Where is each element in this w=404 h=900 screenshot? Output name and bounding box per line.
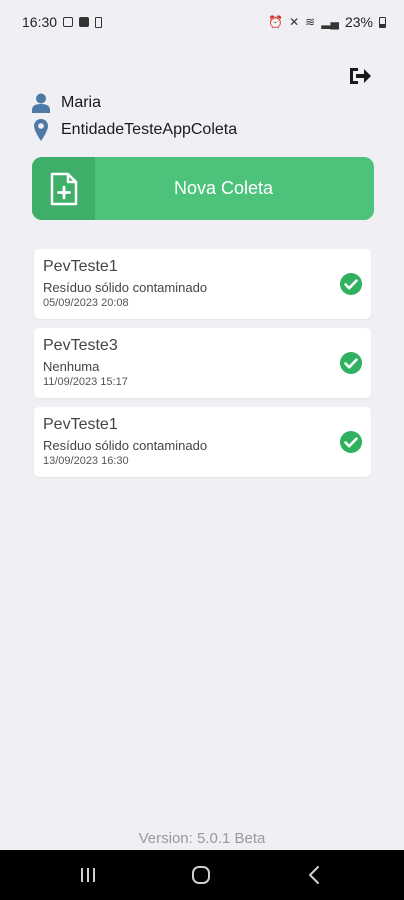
- checkbox-notification-icon: [79, 17, 90, 27]
- collection-card[interactable]: PevTeste1 Resíduo sólido contaminado 13/…: [34, 407, 371, 477]
- collection-date: 11/09/2023 15:17: [43, 376, 128, 388]
- status-bar: 16:30 ⏰ ✕ ≋ ▂▄ 23%: [0, 0, 404, 46]
- alarm-icon: ⏰: [268, 15, 284, 29]
- collection-description: Nenhuma: [43, 359, 100, 374]
- collection-card[interactable]: PevTeste3 Nenhuma 11/09/2023 15:17: [34, 328, 371, 398]
- new-document-icon: [50, 172, 77, 205]
- status-left: 16:30: [22, 14, 103, 30]
- logout-button[interactable]: [346, 64, 374, 88]
- logout-icon: [350, 68, 371, 84]
- version-text: Version: 5.0.1 Beta: [138, 830, 266, 847]
- battery-percent: 23%: [344, 14, 373, 30]
- collection-date: 05/09/2023 20:08: [43, 297, 129, 309]
- check-circle-icon: [340, 431, 362, 453]
- collection-title: PevTeste3: [43, 337, 118, 354]
- location-pin-icon: [32, 119, 50, 141]
- entity-name: EntidadeTesteAppColeta: [61, 121, 238, 138]
- collection-date: 13/09/2023 16:30: [43, 455, 129, 467]
- new-collection-label: Nova Coleta: [173, 178, 274, 198]
- new-collection-icon-box: [32, 157, 95, 220]
- check-circle-icon: [340, 352, 362, 374]
- collection-title: PevTeste1: [43, 258, 118, 275]
- home-icon: [192, 866, 210, 884]
- navigation-bar: [0, 850, 404, 900]
- battery-icon: [379, 16, 386, 28]
- gallery-notification-icon: [63, 17, 74, 27]
- status-time: 16:30: [22, 14, 58, 30]
- new-collection-button[interactable]: Nova Coleta: [32, 157, 374, 220]
- collection-description: Resíduo sólido contaminado: [43, 280, 208, 295]
- collection-description: Resíduo sólido contaminado: [43, 438, 208, 453]
- collection-title: PevTeste1: [43, 416, 118, 433]
- phone-notification-icon: [95, 16, 103, 28]
- user-row: Maria: [32, 92, 101, 114]
- signal-icon: ▂▄: [321, 15, 339, 29]
- recents-icon: [81, 868, 95, 882]
- wifi-icon: ≋: [305, 15, 316, 29]
- nav-recents-button[interactable]: [58, 850, 118, 900]
- back-icon: [309, 866, 319, 884]
- collection-card[interactable]: PevTeste1 Resíduo sólido contaminado 05/…: [34, 249, 371, 319]
- user-icon: [32, 92, 50, 114]
- nav-home-button[interactable]: [171, 850, 231, 900]
- nav-back-button[interactable]: [284, 850, 344, 900]
- mute-icon: ✕: [289, 15, 300, 29]
- entity-row: EntidadeTesteAppColeta: [32, 118, 237, 142]
- status-right: ⏰ ✕ ≋ ▂▄ 23%: [268, 14, 386, 30]
- user-name: Maria: [61, 94, 102, 111]
- check-circle-icon: [340, 273, 362, 295]
